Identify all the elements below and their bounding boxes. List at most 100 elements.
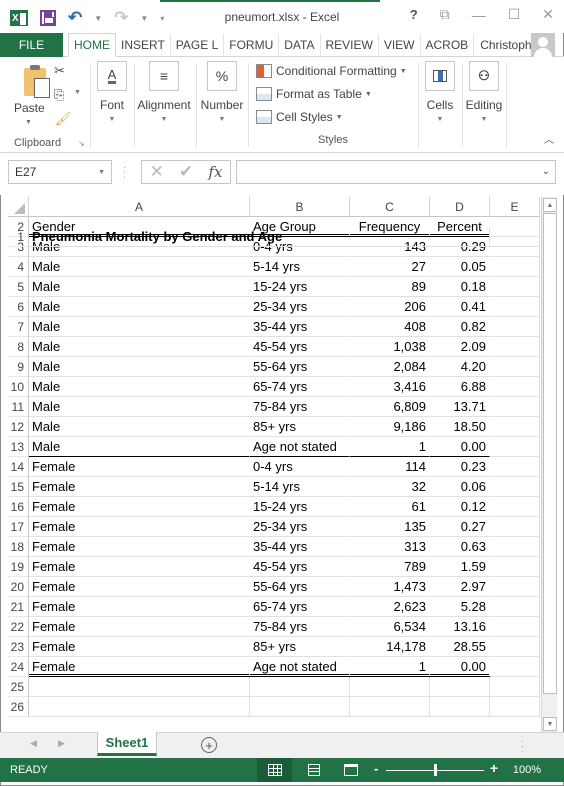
scroll-thumb[interactable]	[543, 213, 557, 694]
cell-gender[interactable]: Female	[29, 597, 250, 617]
cell-frequency[interactable]: 32	[350, 477, 430, 497]
cell-gender[interactable]: Male	[29, 277, 250, 297]
zoom-slider[interactable]: - +	[374, 760, 498, 777]
number-button[interactable]: % Number ▼	[199, 61, 245, 123]
row-header[interactable]: 23	[8, 637, 29, 657]
cell-gender[interactable]: Male	[29, 377, 250, 397]
cell[interactable]	[430, 227, 490, 247]
row-header[interactable]: 11	[8, 397, 29, 417]
cell[interactable]	[430, 697, 490, 717]
cell[interactable]	[250, 677, 350, 697]
column-header-a[interactable]: A	[29, 197, 250, 217]
select-all-button[interactable]	[8, 197, 29, 217]
cell-frequency[interactable]: 206	[350, 297, 430, 317]
cell-percent[interactable]: 0.41	[430, 297, 490, 317]
cell-frequency[interactable]: 408	[350, 317, 430, 337]
cell-frequency[interactable]: 9,186	[350, 417, 430, 437]
cell-gender[interactable]: Male	[29, 417, 250, 437]
row-header[interactable]: 19	[8, 557, 29, 577]
cell-percent[interactable]: 13.16	[430, 617, 490, 637]
cell-gender[interactable]: Female	[29, 497, 250, 517]
row-header[interactable]: 5	[8, 277, 29, 297]
cell-styles-button[interactable]: Cell Styles ▼	[256, 110, 343, 124]
cell-frequency[interactable]: 114	[350, 457, 430, 477]
cell-frequency[interactable]: 2,623	[350, 597, 430, 617]
column-header-b[interactable]: B	[250, 197, 350, 217]
cell-percent[interactable]: 2.97	[430, 577, 490, 597]
tab-insert[interactable]: INSERT	[116, 34, 171, 56]
grip-icon[interactable]: · · ·	[123, 163, 126, 183]
cell[interactable]	[250, 227, 350, 247]
cell[interactable]	[490, 357, 540, 377]
cell-age-group[interactable]: 35-44 yrs	[250, 317, 350, 337]
cell[interactable]	[490, 377, 540, 397]
prev-sheet-icon[interactable]: ◀	[30, 738, 37, 749]
cell-gender[interactable]: Female	[29, 517, 250, 537]
row-header[interactable]: 9	[8, 357, 29, 377]
editing-button[interactable]: ⚇ Editing ▼	[464, 61, 504, 123]
cell[interactable]	[350, 227, 430, 247]
cell-age-group[interactable]: 25-34 yrs	[250, 297, 350, 317]
zoom-level[interactable]: 100%	[513, 764, 541, 776]
row-header[interactable]: 26	[8, 697, 29, 717]
cell-gender[interactable]: Female	[29, 617, 250, 637]
cell-percent[interactable]: 6.88	[430, 377, 490, 397]
cell[interactable]	[490, 617, 540, 637]
cell[interactable]	[490, 537, 540, 557]
collapse-ribbon-icon[interactable]: ︿	[544, 131, 554, 146]
cell[interactable]	[490, 557, 540, 577]
dialog-launcher-icon[interactable]: ↘	[78, 139, 85, 148]
row-header[interactable]: 16	[8, 497, 29, 517]
cell[interactable]	[490, 337, 540, 357]
cell-age-group[interactable]: 35-44 yrs	[250, 537, 350, 557]
scroll-down-icon[interactable]: ▼	[543, 717, 557, 731]
cell[interactable]	[490, 277, 540, 297]
cell[interactable]	[490, 317, 540, 337]
zoom-in-icon[interactable]: +	[490, 760, 498, 776]
row-header[interactable]: 18	[8, 537, 29, 557]
cell-percent[interactable]: 2.09	[430, 337, 490, 357]
cell-age-group[interactable]: 45-54 yrs	[250, 337, 350, 357]
column-header-e[interactable]: E	[490, 197, 540, 217]
cell[interactable]	[490, 227, 540, 247]
cell-age-group[interactable]: 15-24 yrs	[250, 277, 350, 297]
cell-frequency[interactable]: 1	[350, 437, 430, 457]
cell[interactable]	[490, 417, 540, 437]
cell[interactable]	[490, 677, 540, 697]
cell-percent[interactable]: 0.23	[430, 457, 490, 477]
cell-frequency[interactable]: 1,473	[350, 577, 430, 597]
cell-age-group[interactable]: 85+ yrs	[250, 417, 350, 437]
cell[interactable]	[490, 437, 540, 457]
row-header[interactable]: 4	[8, 257, 29, 277]
cell-frequency[interactable]: 1	[350, 657, 430, 677]
cell-frequency[interactable]: 1,038	[350, 337, 430, 357]
page-layout-view-button[interactable]	[296, 758, 331, 782]
cell-percent[interactable]: 0.05	[430, 257, 490, 277]
cell-age-group[interactable]: Age not stated	[250, 657, 350, 677]
cell-frequency[interactable]: 313	[350, 537, 430, 557]
cell-age-group[interactable]: Age not stated	[250, 437, 350, 457]
enter-icon[interactable]: ✔	[179, 162, 193, 182]
tab-view[interactable]: VIEW	[379, 34, 421, 56]
cell-gender[interactable]: Female	[29, 457, 250, 477]
name-box[interactable]: E27 ▼	[8, 160, 112, 184]
cell[interactable]	[490, 637, 540, 657]
copy-icon[interactable]: ⎘	[54, 87, 64, 103]
add-sheet-icon[interactable]: +	[201, 737, 217, 753]
cell-age-group[interactable]: 55-64 yrs	[250, 357, 350, 377]
cells-button[interactable]: Cells ▼	[422, 61, 458, 123]
cell-percent[interactable]: 0.06	[430, 477, 490, 497]
cell-gender[interactable]: Male	[29, 337, 250, 357]
cell-percent[interactable]: 4.20	[430, 357, 490, 377]
vertical-scrollbar[interactable]: ▲ ▼	[541, 197, 557, 732]
cell-frequency[interactable]: 135	[350, 517, 430, 537]
cell[interactable]	[430, 677, 490, 697]
cell[interactable]	[490, 497, 540, 517]
conditional-formatting-button[interactable]: Conditional Formatting ▼	[256, 64, 407, 78]
scroll-up-icon[interactable]: ▲	[543, 198, 557, 212]
cell[interactable]	[490, 697, 540, 717]
cell-age-group[interactable]: 65-74 yrs	[250, 377, 350, 397]
column-header-d[interactable]: D	[430, 197, 490, 217]
page-break-preview-button[interactable]	[333, 758, 368, 782]
cell[interactable]	[490, 457, 540, 477]
